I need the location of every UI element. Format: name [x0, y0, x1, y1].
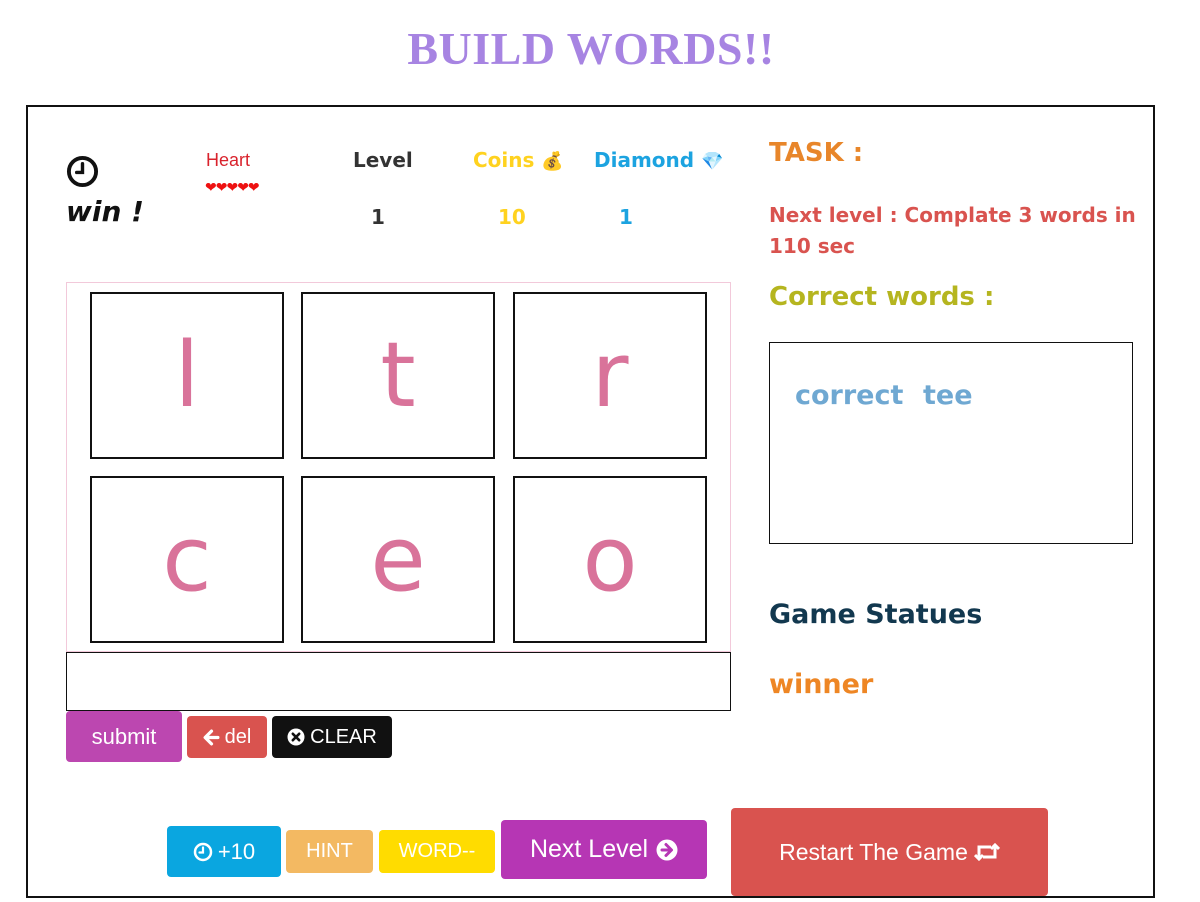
arrow-left-icon [203, 729, 220, 745]
clock-icon [193, 842, 213, 861]
answer-input[interactable] [66, 652, 731, 711]
letter-tile[interactable]: c [90, 476, 284, 643]
level-label: Level [353, 148, 413, 172]
delete-button[interactable]: del [187, 716, 267, 758]
letter-tile[interactable]: e [301, 476, 495, 643]
diamond-value: 1 [619, 205, 633, 229]
coins-label-text: Coins [473, 148, 535, 172]
clear-button-label: CLEAR [310, 725, 377, 748]
correct-word-item: correct [795, 380, 904, 411]
heart-label: Heart [206, 150, 251, 170]
letter-tile[interactable]: t [301, 292, 495, 459]
delete-button-label: del [224, 725, 252, 748]
word-minus-label: WORD-- [398, 840, 476, 862]
level-value: 1 [371, 205, 385, 229]
game-status-value: winner [769, 669, 874, 700]
submit-button-label: submit [91, 723, 157, 749]
correct-words-title: Correct words : [769, 282, 995, 312]
hearts-display: ❤❤❤❤❤ [205, 179, 260, 195]
close-circle-icon [287, 728, 305, 746]
diamond-label-text: Diamond [594, 148, 695, 172]
add-time-button[interactable]: +10 [167, 826, 281, 877]
correct-words-box [769, 342, 1133, 544]
coins-label: Coins 💰 [473, 148, 564, 172]
next-level-label: Next Level [529, 835, 649, 863]
diamond-icon: 💎 [701, 151, 724, 172]
money-bag-icon: 💰 [541, 151, 564, 172]
letter-tile[interactable]: r [513, 292, 707, 459]
task-description: Next level : Complate 3 words in 110 sec [769, 203, 1136, 258]
retweet-icon [973, 843, 1000, 861]
page-title: BUILD WORDS!! [407, 23, 775, 74]
restart-button[interactable]: Restart The Game [731, 808, 1048, 896]
hint-button-label: HINT [306, 840, 353, 862]
timer-status-text: win ! [66, 195, 144, 228]
letter-tile[interactable]: o [513, 476, 707, 643]
game-status-title: Game Statues [769, 599, 983, 630]
hint-button[interactable]: HINT [286, 830, 373, 873]
restart-button-label: Restart The Game [779, 838, 968, 865]
add-time-label: +10 [217, 838, 256, 864]
coins-value: 10 [498, 205, 526, 229]
correct-word-item: tee [923, 380, 973, 411]
clear-button[interactable]: CLEAR [272, 716, 392, 758]
word-minus-button[interactable]: WORD-- [379, 830, 495, 873]
next-level-button[interactable]: Next Level [501, 820, 707, 879]
letter-tile[interactable]: l [90, 292, 284, 459]
arrow-right-circle-icon [656, 839, 678, 860]
clock-icon [66, 155, 99, 188]
submit-button[interactable]: submit [66, 711, 182, 762]
task-title: TASK : [769, 138, 864, 168]
diamond-label: Diamond 💎 [594, 148, 723, 172]
